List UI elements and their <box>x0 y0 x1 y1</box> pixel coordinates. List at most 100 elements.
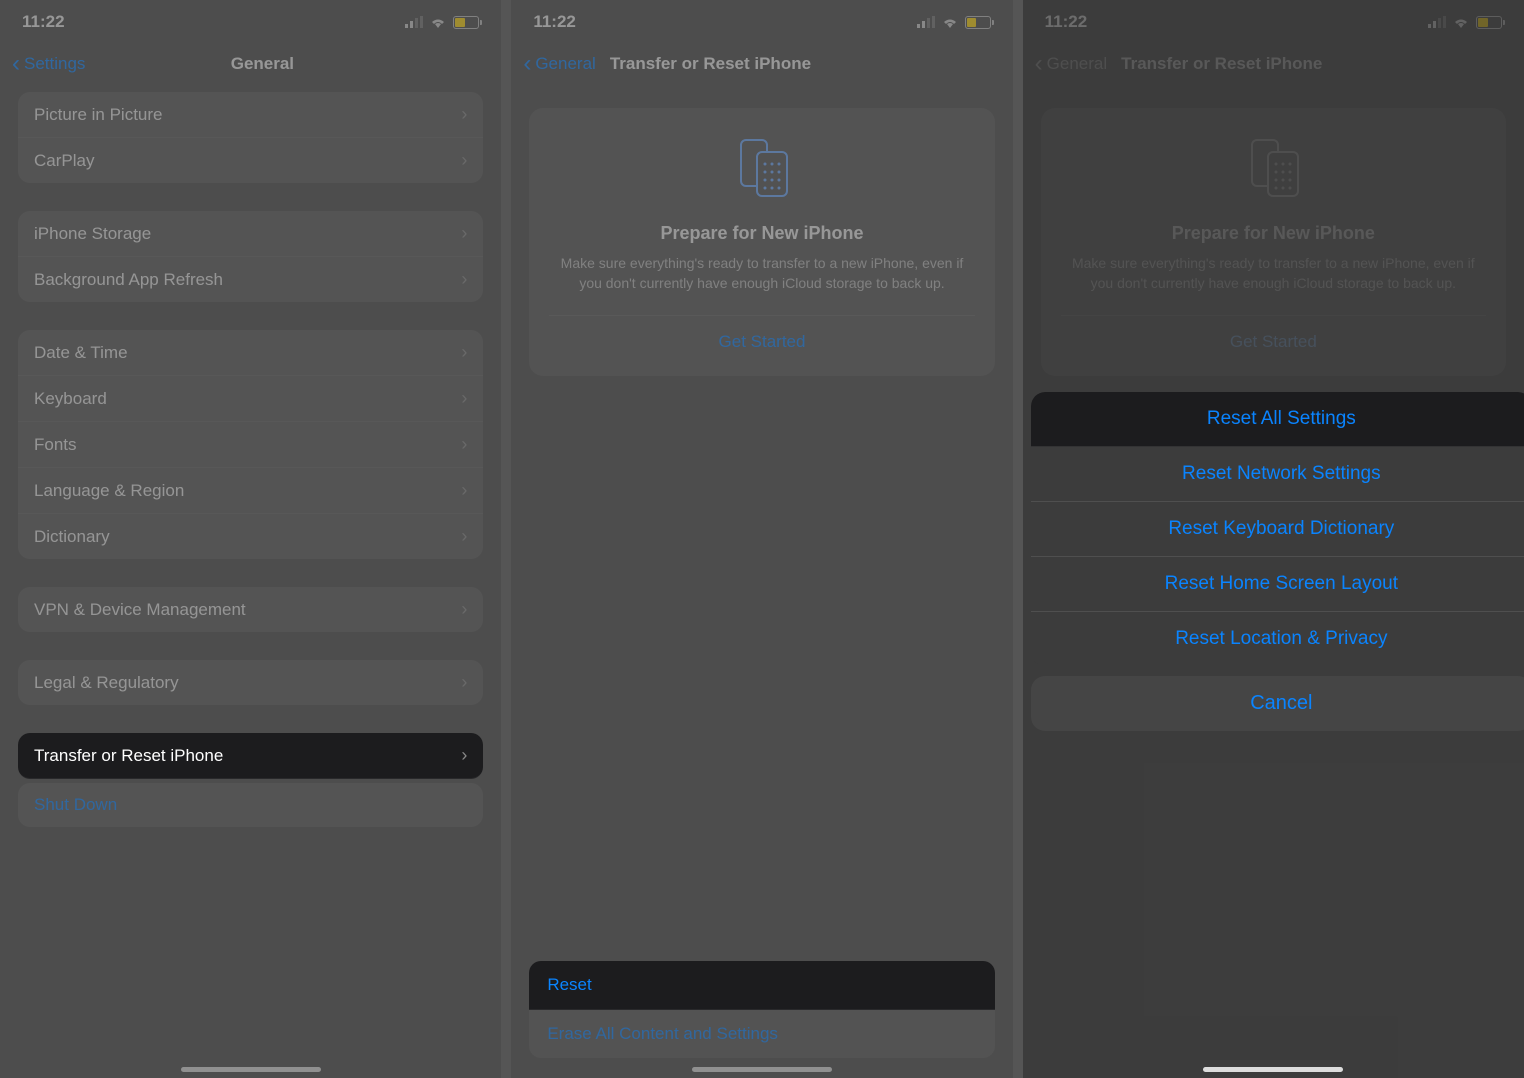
row-vpn-device-management[interactable]: VPN & Device Management› <box>18 587 483 632</box>
get-started-button[interactable]: Get Started <box>1061 315 1486 352</box>
chevron-right-icon: › <box>461 434 467 455</box>
cancel-button[interactable]: Cancel <box>1031 676 1524 731</box>
home-indicator[interactable] <box>1203 1067 1343 1072</box>
cellular-icon <box>405 16 423 28</box>
row-transfer-reset[interactable]: Transfer or Reset iPhone› <box>18 733 483 779</box>
settings-group: Shut Down <box>18 783 483 827</box>
row-label: Legal & Regulatory <box>34 673 461 693</box>
page-title: Transfer or Reset iPhone <box>610 54 811 74</box>
settings-group: Picture in Picture› CarPlay› <box>18 92 483 183</box>
status-time: 11:22 <box>533 12 576 32</box>
reset-home-screen-layout-button[interactable]: Reset Home Screen Layout <box>1031 557 1524 612</box>
back-chevron-icon[interactable]: ‹ <box>12 50 20 78</box>
status-icons <box>405 16 479 29</box>
settings-group: Date & Time› Keyboard› Fonts› Language &… <box>18 330 483 559</box>
status-bar: 11:22 <box>1023 0 1524 40</box>
chevron-right-icon: › <box>461 480 467 501</box>
back-button[interactable]: General <box>535 54 595 74</box>
reset-keyboard-dictionary-button[interactable]: Reset Keyboard Dictionary <box>1031 502 1524 557</box>
erase-all-button[interactable]: Erase All Content and Settings <box>529 1010 994 1058</box>
home-indicator[interactable] <box>692 1067 832 1072</box>
cellular-icon <box>1428 16 1446 28</box>
row-label: CarPlay <box>34 151 461 171</box>
wifi-icon <box>429 16 447 28</box>
chevron-right-icon: › <box>461 672 467 693</box>
phones-icon <box>727 132 797 207</box>
settings-group: iPhone Storage› Background App Refresh› <box>18 211 483 302</box>
wifi-icon <box>941 16 959 28</box>
prepare-title: Prepare for New iPhone <box>549 223 974 244</box>
settings-group: VPN & Device Management› <box>18 587 483 632</box>
nav-bar: ‹ General Transfer or Reset iPhone <box>511 40 1012 92</box>
row-label: Transfer or Reset iPhone <box>34 746 461 766</box>
screen-transfer-reset: 11:22 ‹ General Transfer or Reset iPhone… <box>511 0 1012 1078</box>
row-label: Shut Down <box>34 795 467 815</box>
chevron-right-icon: › <box>461 223 467 244</box>
chevron-right-icon: › <box>461 745 467 766</box>
status-bar: 11:22 <box>0 0 501 40</box>
battery-icon <box>965 16 991 29</box>
nav-bar: ‹ Settings General <box>0 40 501 92</box>
chevron-right-icon: › <box>461 104 467 125</box>
row-label: Language & Region <box>34 481 461 501</box>
back-chevron-icon[interactable]: ‹ <box>1035 50 1043 78</box>
chevron-right-icon: › <box>461 150 467 171</box>
reset-button[interactable]: Reset <box>529 961 994 1010</box>
back-button[interactable]: General <box>1047 54 1107 74</box>
bottom-actions: Reset Erase All Content and Settings <box>529 961 994 1058</box>
status-icons <box>917 16 991 29</box>
chevron-right-icon: › <box>461 599 467 620</box>
row-date-time[interactable]: Date & Time› <box>18 330 483 376</box>
sheet-options: Reset All Settings Reset Network Setting… <box>1031 392 1524 666</box>
row-dictionary[interactable]: Dictionary› <box>18 514 483 559</box>
wifi-icon <box>1452 16 1470 28</box>
row-legal-regulatory[interactable]: Legal & Regulatory› <box>18 660 483 705</box>
row-picture-in-picture[interactable]: Picture in Picture› <box>18 92 483 138</box>
settings-group: Legal & Regulatory› <box>18 660 483 705</box>
battery-icon <box>453 16 479 29</box>
status-time: 11:22 <box>22 12 65 32</box>
phones-icon <box>1238 132 1308 207</box>
home-indicator[interactable] <box>181 1067 321 1072</box>
reset-action-sheet: Reset All Settings Reset Network Setting… <box>1031 392 1524 731</box>
page-title: General <box>35 54 489 74</box>
row-keyboard[interactable]: Keyboard› <box>18 376 483 422</box>
status-bar: 11:22 <box>511 0 1012 40</box>
prepare-card: Prepare for New iPhone Make sure everyth… <box>529 108 994 376</box>
nav-bar: ‹ General Transfer or Reset iPhone <box>1023 40 1524 92</box>
prepare-card: Prepare for New iPhone Make sure everyth… <box>1041 108 1506 376</box>
row-label: VPN & Device Management <box>34 600 461 620</box>
row-carplay[interactable]: CarPlay› <box>18 138 483 183</box>
chevron-right-icon: › <box>461 526 467 547</box>
row-language-region[interactable]: Language & Region› <box>18 468 483 514</box>
row-label: Fonts <box>34 435 461 455</box>
row-label: Picture in Picture <box>34 105 461 125</box>
row-label: Dictionary <box>34 527 461 547</box>
status-icons <box>1428 16 1502 29</box>
reset-location-privacy-button[interactable]: Reset Location & Privacy <box>1031 612 1524 666</box>
screen-general: 11:22 ‹ Settings General Picture in Pict… <box>0 0 501 1078</box>
battery-icon <box>1476 16 1502 29</box>
screen-reset-sheet: 11:22 ‹ General Transfer or Reset iPhone… <box>1023 0 1524 1078</box>
row-label: iPhone Storage <box>34 224 461 244</box>
reset-all-settings-button[interactable]: Reset All Settings <box>1031 392 1524 447</box>
cellular-icon <box>917 16 935 28</box>
prepare-description: Make sure everything's ready to transfer… <box>1061 254 1486 293</box>
reset-network-settings-button[interactable]: Reset Network Settings <box>1031 447 1524 502</box>
row-label: Date & Time <box>34 343 461 363</box>
status-time: 11:22 <box>1045 12 1088 32</box>
row-shut-down[interactable]: Shut Down <box>18 783 483 827</box>
prepare-description: Make sure everything's ready to transfer… <box>549 254 974 293</box>
row-fonts[interactable]: Fonts› <box>18 422 483 468</box>
row-background-app-refresh[interactable]: Background App Refresh› <box>18 257 483 302</box>
page-title: Transfer or Reset iPhone <box>1121 54 1322 74</box>
prepare-title: Prepare for New iPhone <box>1061 223 1486 244</box>
get-started-button[interactable]: Get Started <box>549 315 974 352</box>
row-label: Background App Refresh <box>34 270 461 290</box>
back-chevron-icon[interactable]: ‹ <box>523 50 531 78</box>
row-iphone-storage[interactable]: iPhone Storage› <box>18 211 483 257</box>
chevron-right-icon: › <box>461 342 467 363</box>
chevron-right-icon: › <box>461 269 467 290</box>
row-label: Keyboard <box>34 389 461 409</box>
chevron-right-icon: › <box>461 388 467 409</box>
